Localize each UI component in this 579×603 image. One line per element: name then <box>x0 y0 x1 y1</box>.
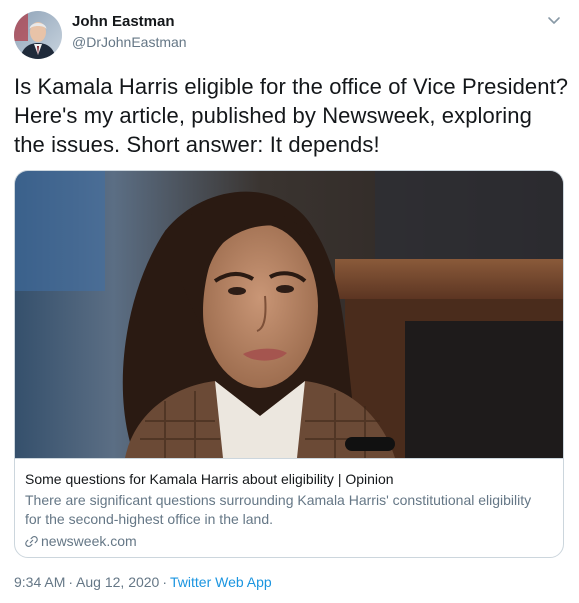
author-block[interactable]: John Eastman @DrJohnEastman <box>72 13 187 51</box>
avatar[interactable] <box>14 11 62 59</box>
card-image[interactable] <box>15 171 563 458</box>
author-handle[interactable]: @DrJohnEastman <box>72 33 187 51</box>
card-description-line: There are significant questions surround… <box>25 492 532 508</box>
avatar-image <box>14 11 62 59</box>
tweet-date[interactable]: Aug 12, 2020 <box>76 574 159 590</box>
card-title[interactable]: Some questions for Kamala Harris about e… <box>25 470 553 489</box>
chevron-down-icon[interactable] <box>546 12 562 28</box>
tweet-text: Is Kamala Harris eligible for the office… <box>14 74 569 157</box>
card-domain[interactable]: newsweek.com <box>25 532 553 551</box>
card-description-line: for the second-highest office in the lan… <box>25 511 274 527</box>
card-description: There are significant questions surround… <box>25 491 553 529</box>
meta-separator: · <box>162 574 168 590</box>
tweet-meta: 9:34 AM · Aug 12, 2020 · Twitter Web App <box>14 573 272 592</box>
source-app-link[interactable]: Twitter Web App <box>170 574 272 590</box>
tweet: John Eastman @DrJohnEastman Is Kamala Ha… <box>0 0 579 603</box>
tweet-time[interactable]: 9:34 AM <box>14 574 65 590</box>
meta-separator: · <box>68 574 74 590</box>
card-domain-text[interactable]: newsweek.com <box>41 532 137 551</box>
card-info[interactable]: Some questions for Kamala Harris about e… <box>15 458 563 557</box>
author-name[interactable]: John Eastman <box>72 13 187 31</box>
link-card[interactable]: Some questions for Kamala Harris about e… <box>14 170 564 558</box>
link-icon <box>25 536 38 547</box>
